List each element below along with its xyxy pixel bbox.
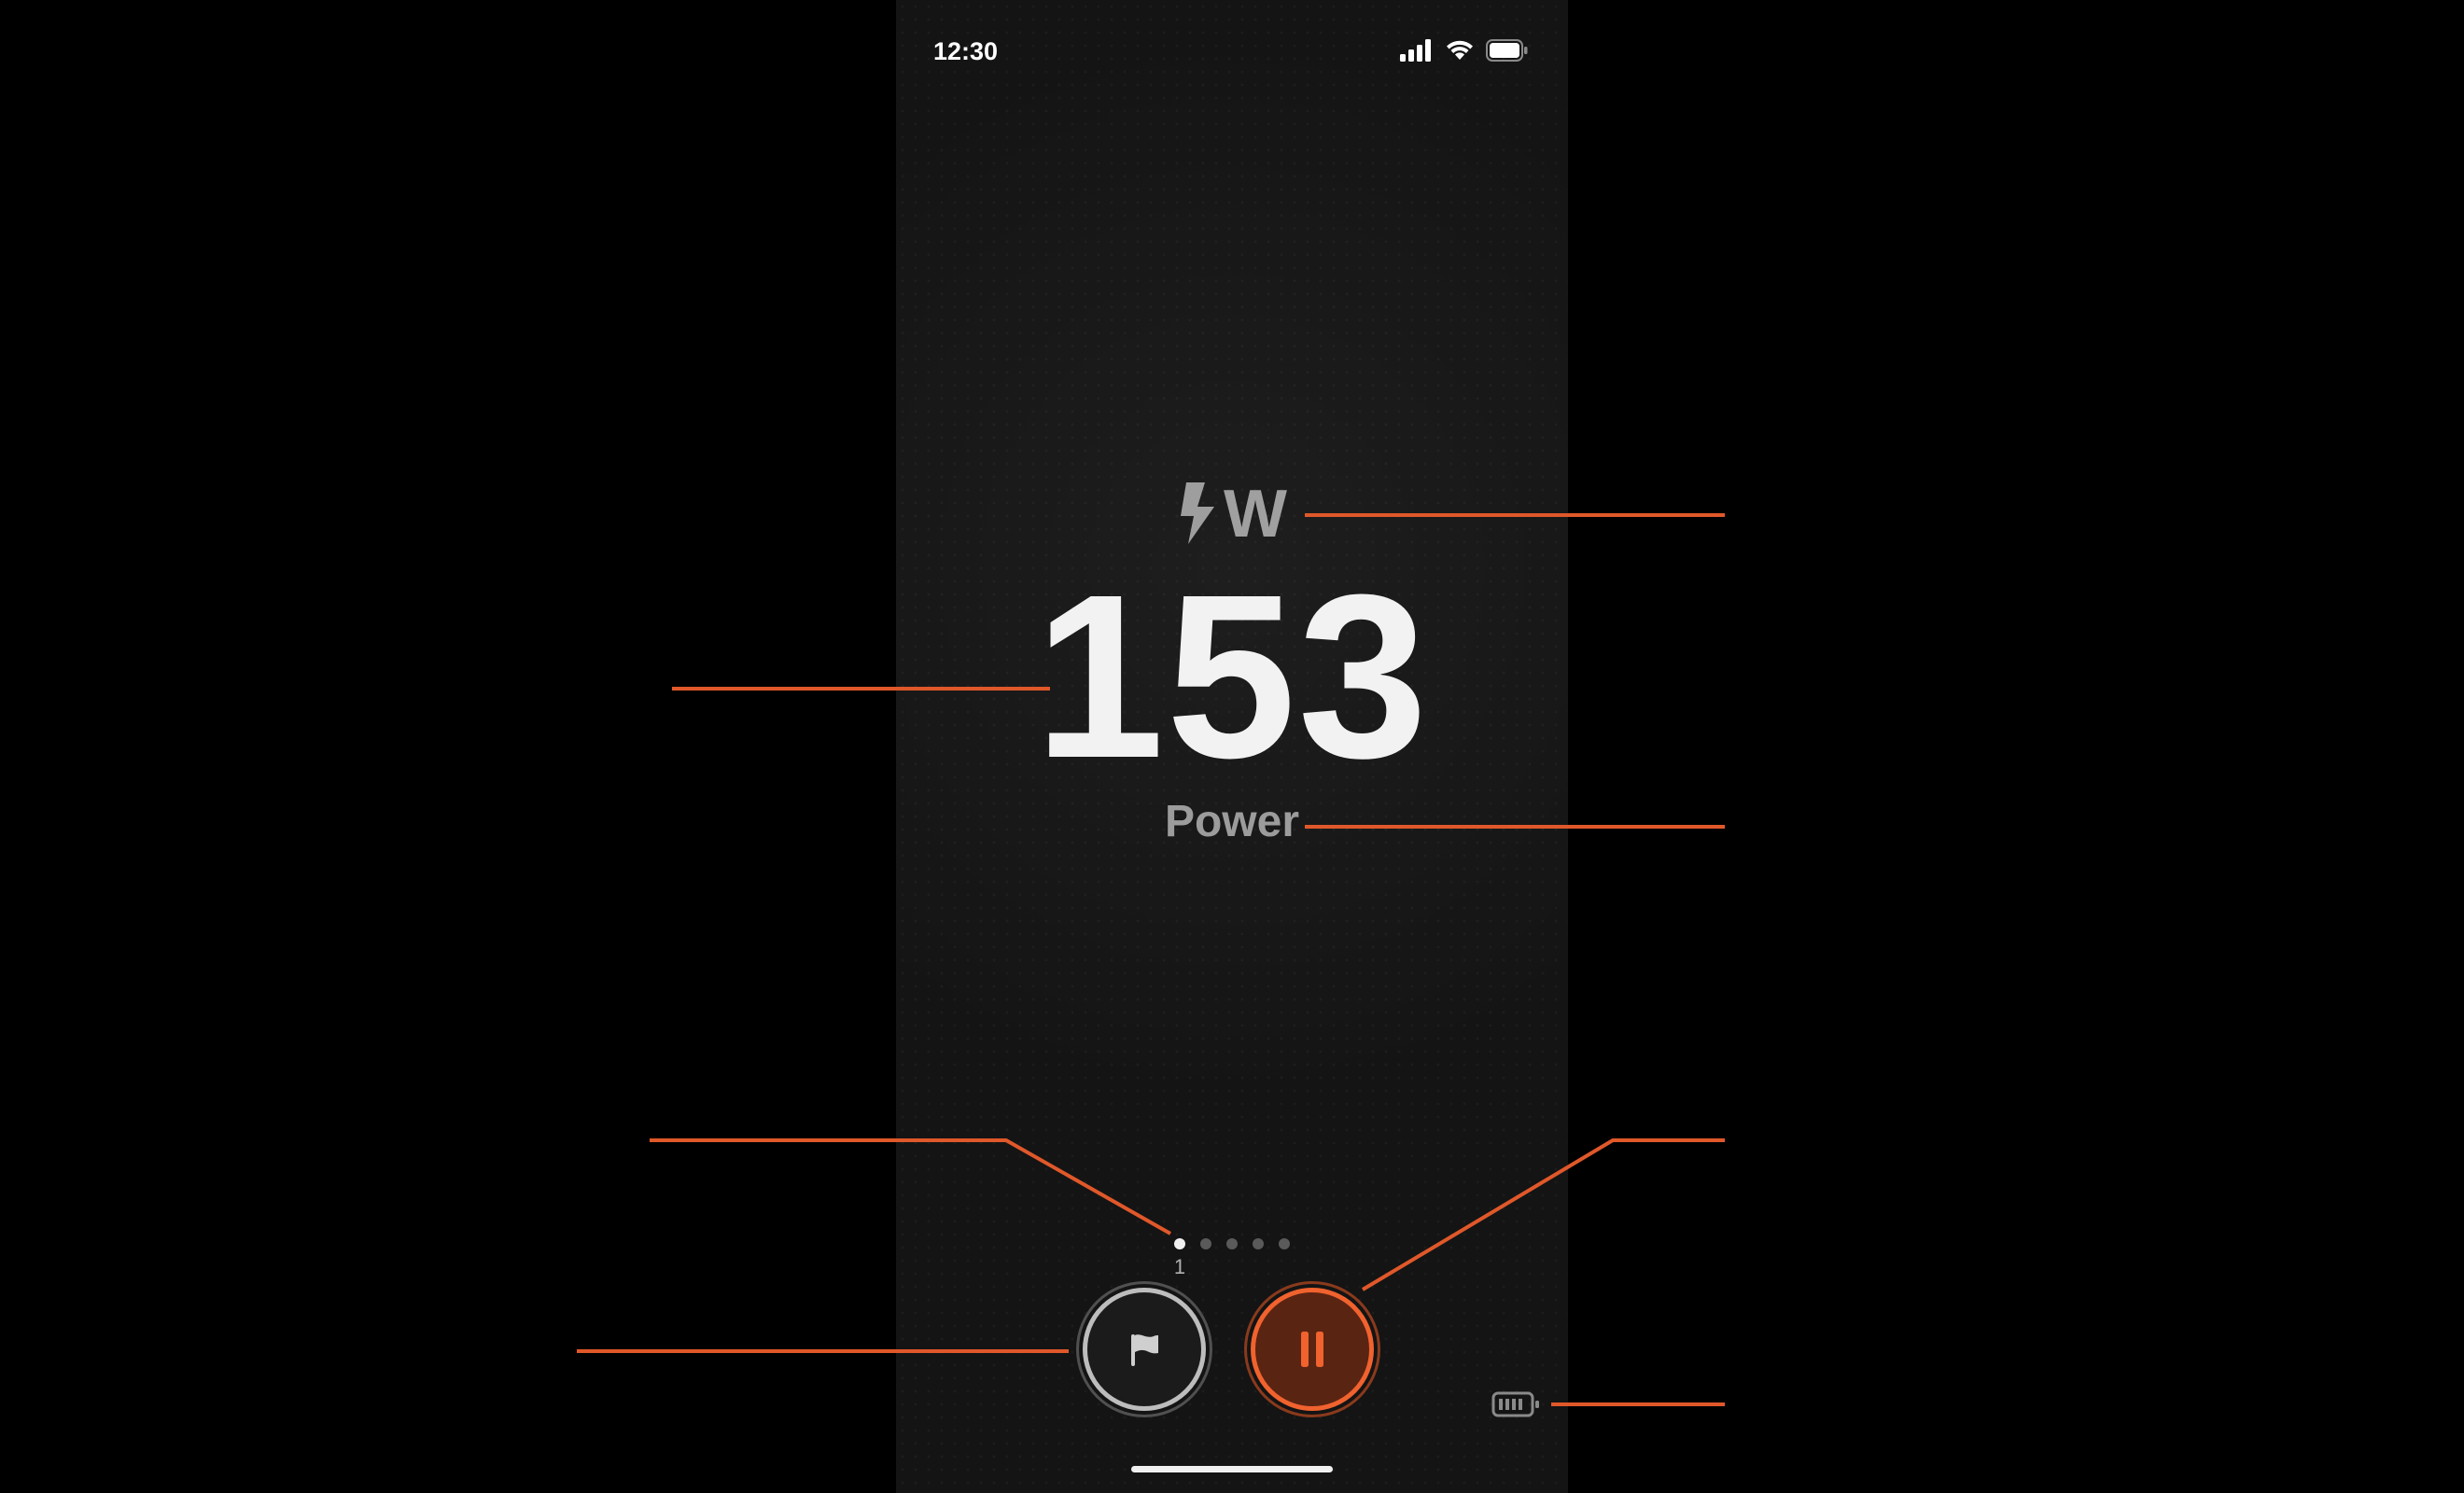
wifi-icon: [1447, 40, 1473, 60]
metric-value: 153: [1034, 546, 1430, 806]
page-dot[interactable]: [1226, 1238, 1238, 1249]
sensor-battery-status: [1491, 1390, 1542, 1423]
page-indicator[interactable]: [1174, 1238, 1290, 1249]
metric-unit: W: [896, 476, 1568, 552]
page-dot[interactable]: [1253, 1238, 1264, 1249]
lightning-bolt-icon: [1181, 482, 1215, 544]
metric-label: Power: [1164, 797, 1300, 846]
phone-screen: 12:30 W 153 Power 1: [896, 0, 1568, 1493]
status-icons: [1400, 39, 1529, 62]
battery-icon: [1486, 39, 1528, 62]
flag-icon: [1131, 1334, 1158, 1366]
page-dot-active[interactable]: [1174, 1238, 1185, 1249]
sensor-battery-icon: [1491, 1391, 1539, 1417]
unit-label: W: [1224, 477, 1287, 551]
page-dot[interactable]: [1279, 1238, 1290, 1249]
page-dot[interactable]: [1200, 1238, 1211, 1249]
cellular-signal-icon: [1400, 39, 1431, 62]
page-number: 1: [1173, 1255, 1186, 1278]
pause-button[interactable]: [1251, 1288, 1374, 1411]
status-time: 12:30: [933, 37, 999, 65]
home-indicator[interactable]: [1131, 1466, 1333, 1472]
lap-button[interactable]: [1083, 1288, 1206, 1411]
pause-icon: [1301, 1332, 1323, 1367]
